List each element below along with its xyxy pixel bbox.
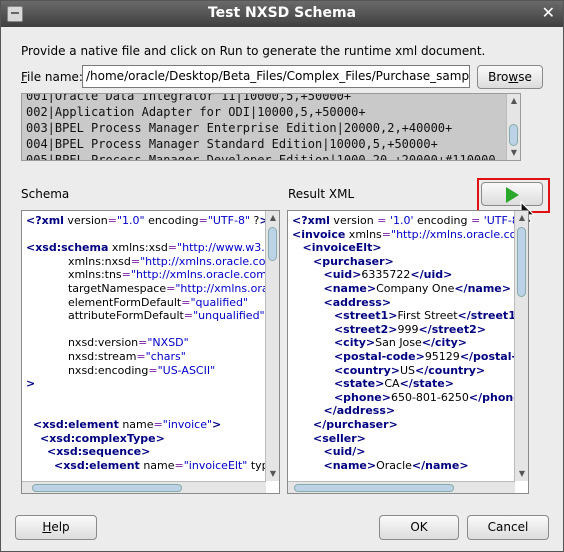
- code-line: <xsd:schema xmlns:xsd="http://www.w3.org: [26, 241, 280, 255]
- result-vscroll-thumb[interactable]: [517, 227, 526, 297]
- code-line: <address>: [323, 295, 392, 309]
- scroll-down-icon[interactable]: ▼: [268, 469, 278, 479]
- preview-scrollbar[interactable]: ▲ ▼: [506, 94, 520, 160]
- result-xml-text: <?xml version = '1.0' encoding = 'UTF-8'…: [292, 214, 529, 472]
- preview-line: 004|BPEL Process Manager Standard Editio…: [26, 137, 438, 151]
- code-line: >: [26, 377, 36, 391]
- schema-text: <?xml version="1.0" encoding="UTF-8" ?> …: [26, 214, 280, 472]
- file-name-field[interactable]: /home/oracle/Desktop/Beta_Files/Complex_…: [82, 65, 470, 88]
- browse-button[interactable]: Browse: [477, 65, 543, 89]
- result-xml-label: Result XML: [288, 187, 355, 201]
- schema-vscrollbar[interactable]: ▲ ▼: [265, 211, 279, 481]
- scroll-up-icon[interactable]: ▲: [268, 213, 278, 223]
- code-line: <city>San Jose</city>: [333, 336, 467, 350]
- code-line: <?xml version = '1.0' encoding = 'UTF-8'…: [292, 214, 528, 227]
- scroll-down-icon[interactable]: ▼: [517, 469, 527, 479]
- preview-line: 003|BPEL Process Manager Enterprise Edit…: [26, 121, 453, 135]
- cancel-button[interactable]: Cancel: [467, 515, 549, 540]
- result-hscroll-thumb[interactable]: [294, 484, 454, 492]
- code-line: <seller>: [312, 431, 366, 445]
- play-icon: [506, 187, 519, 203]
- test-nxsd-schema-dialog: Test NXSD Schema ✕ Provide a native file…: [0, 0, 564, 552]
- code-line: </purchaser>: [312, 417, 398, 431]
- code-line: <purchaser>: [312, 254, 394, 268]
- code-line: <invoiceElt>: [302, 241, 382, 255]
- instructions-text: Provide a native file and click on Run t…: [21, 44, 486, 58]
- code-line: xmlns:nxsd="http://xmlns.oracle.com: [26, 254, 277, 268]
- code-line: <invoice xmlns="http://xmlns.oracle.com/: [292, 227, 529, 241]
- result-vscrollbar[interactable]: ▲ ▼: [514, 211, 528, 481]
- code-line: <xsd:complexType>: [40, 431, 165, 445]
- schema-vscroll-thumb[interactable]: [268, 227, 277, 261]
- preview-text: 001|Oracle Data Integrator 11|10000,5,+5…: [26, 93, 496, 161]
- code-line: nxsd:stream="chars": [26, 349, 186, 363]
- file-name-label: File name:: [21, 70, 83, 84]
- close-icon[interactable]: ✕: [542, 4, 555, 22]
- scroll-up-icon[interactable]: ▲: [509, 96, 519, 106]
- preview-scroll-thumb[interactable]: [509, 124, 518, 146]
- preview-line: 002|Application Adapter for ODI|10000,5,…: [26, 105, 366, 119]
- code-line: <phone>650-801-6250</phone>: [333, 390, 528, 404]
- schema-hscroll-thumb[interactable]: [32, 484, 182, 492]
- schema-pane[interactable]: <?xml version="1.0" encoding="UTF-8" ?> …: [21, 210, 280, 494]
- code-line: <name>Oracle</name>: [323, 458, 469, 472]
- result-xml-pane[interactable]: <?xml version = '1.0' encoding = 'UTF-8'…: [287, 210, 529, 494]
- code-line: <street1>First Street</street1>: [333, 309, 525, 323]
- code-line: <street2>999</street2>: [333, 322, 486, 336]
- code-line: <country>US</country>: [333, 363, 486, 377]
- scroll-up-icon[interactable]: ▲: [517, 213, 527, 223]
- code-line: <postal-code>95129</postal-code: [333, 349, 528, 363]
- scroll-down-icon[interactable]: ▼: [509, 148, 519, 158]
- code-line: <uid/>: [323, 445, 366, 459]
- schema-label: Schema: [21, 187, 70, 201]
- code-line: <xsd:element name="invoice">: [33, 417, 222, 431]
- code-line: xmlns:tns="http://xmlns.oracle.com/: [26, 268, 271, 282]
- code-line: attributeFormDefault="unqualified": [26, 309, 265, 323]
- preview-line: 001|Oracle Data Integrator 11|10000,5,+5…: [26, 93, 352, 103]
- code-line: <xsd:element name="invoiceElt" type="t: [53, 458, 279, 472]
- code-line: <name>Company One</name>: [323, 281, 511, 295]
- result-hscrollbar[interactable]: [288, 481, 515, 493]
- code-line: <state>CA</state>: [333, 377, 454, 391]
- title-bar[interactable]: Test NXSD Schema ✕: [1, 1, 563, 27]
- dialog-title: Test NXSD Schema: [207, 5, 357, 21]
- code-line: <uid>6335722</uid>: [323, 268, 453, 282]
- code-line: <?xml version="1.0" encoding="UTF-8" ?>: [26, 214, 269, 227]
- code-line: targetNamespace="http://xmlns.oracl: [26, 281, 278, 295]
- ok-button[interactable]: OK: [379, 515, 459, 540]
- code-line: </address>: [323, 404, 396, 418]
- code-line: nxsd:version="NXSD": [26, 336, 189, 350]
- schema-hscrollbar[interactable]: [22, 481, 266, 493]
- code-line: nxsd:encoding="US-ASCII": [26, 363, 216, 377]
- code-line: elementFormDefault="qualified": [26, 295, 249, 309]
- help-button[interactable]: Help: [15, 515, 97, 540]
- native-file-preview[interactable]: 001|Oracle Data Integrator 11|10000,5,+5…: [21, 93, 521, 161]
- code-line: <xsd:sequence>: [46, 445, 151, 459]
- preview-line: 005|BPEL Process Manager Developer Editi…: [26, 153, 496, 161]
